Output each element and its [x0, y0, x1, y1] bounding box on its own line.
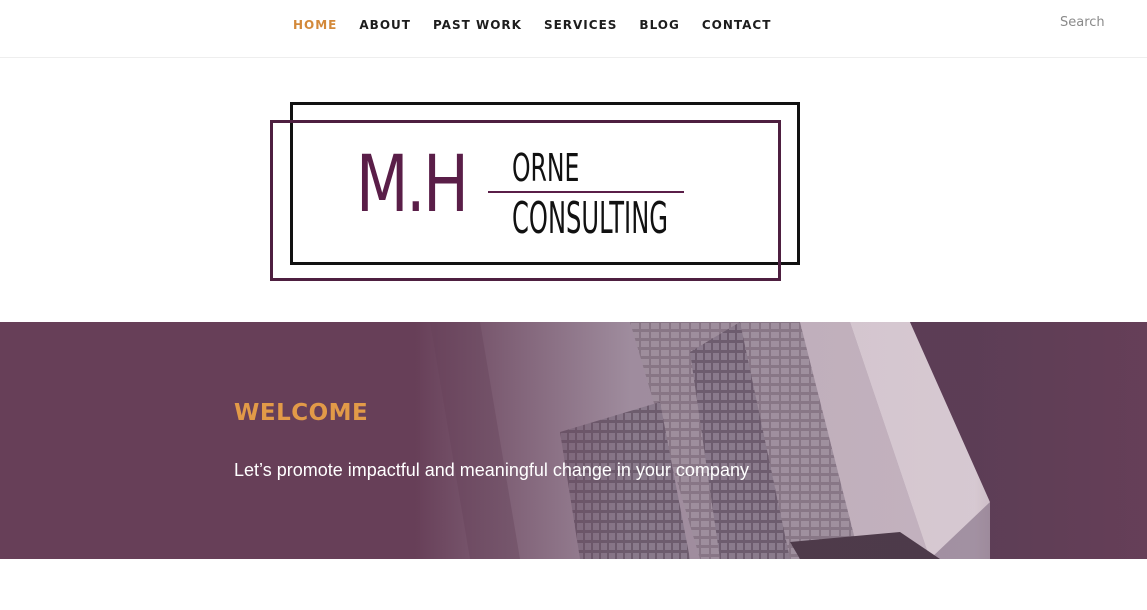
search-input[interactable]: [1060, 15, 1140, 30]
logo-text-orne: ORNE: [512, 146, 580, 190]
main-nav: HOME ABOUT PAST WORK SERVICES BLOG CONTA…: [293, 17, 793, 33]
hero-subtitle: Let’s promote impactful and meaningful c…: [234, 460, 749, 480]
site-logo[interactable]: M.H ORNE CONSULTING: [268, 100, 802, 284]
logo-initials: M.H: [356, 140, 469, 230]
hero-title: WELCOME: [234, 400, 369, 426]
top-navigation-bar: HOME ABOUT PAST WORK SERVICES BLOG CONTA…: [0, 0, 1147, 58]
nav-item-past-work[interactable]: PAST WORK: [433, 17, 522, 33]
logo-text-consulting: CONSULTING: [512, 193, 669, 244]
nav-item-blog[interactable]: BLOG: [639, 17, 679, 33]
nav-item-services[interactable]: SERVICES: [544, 17, 617, 33]
nav-item-contact[interactable]: CONTACT: [702, 17, 772, 33]
nav-item-home[interactable]: HOME: [293, 17, 337, 33]
hero-banner: WELCOME Let’s promote impactful and mean…: [0, 322, 1147, 559]
nav-item-about[interactable]: ABOUT: [359, 17, 411, 33]
hero-building-image: [0, 322, 1147, 559]
